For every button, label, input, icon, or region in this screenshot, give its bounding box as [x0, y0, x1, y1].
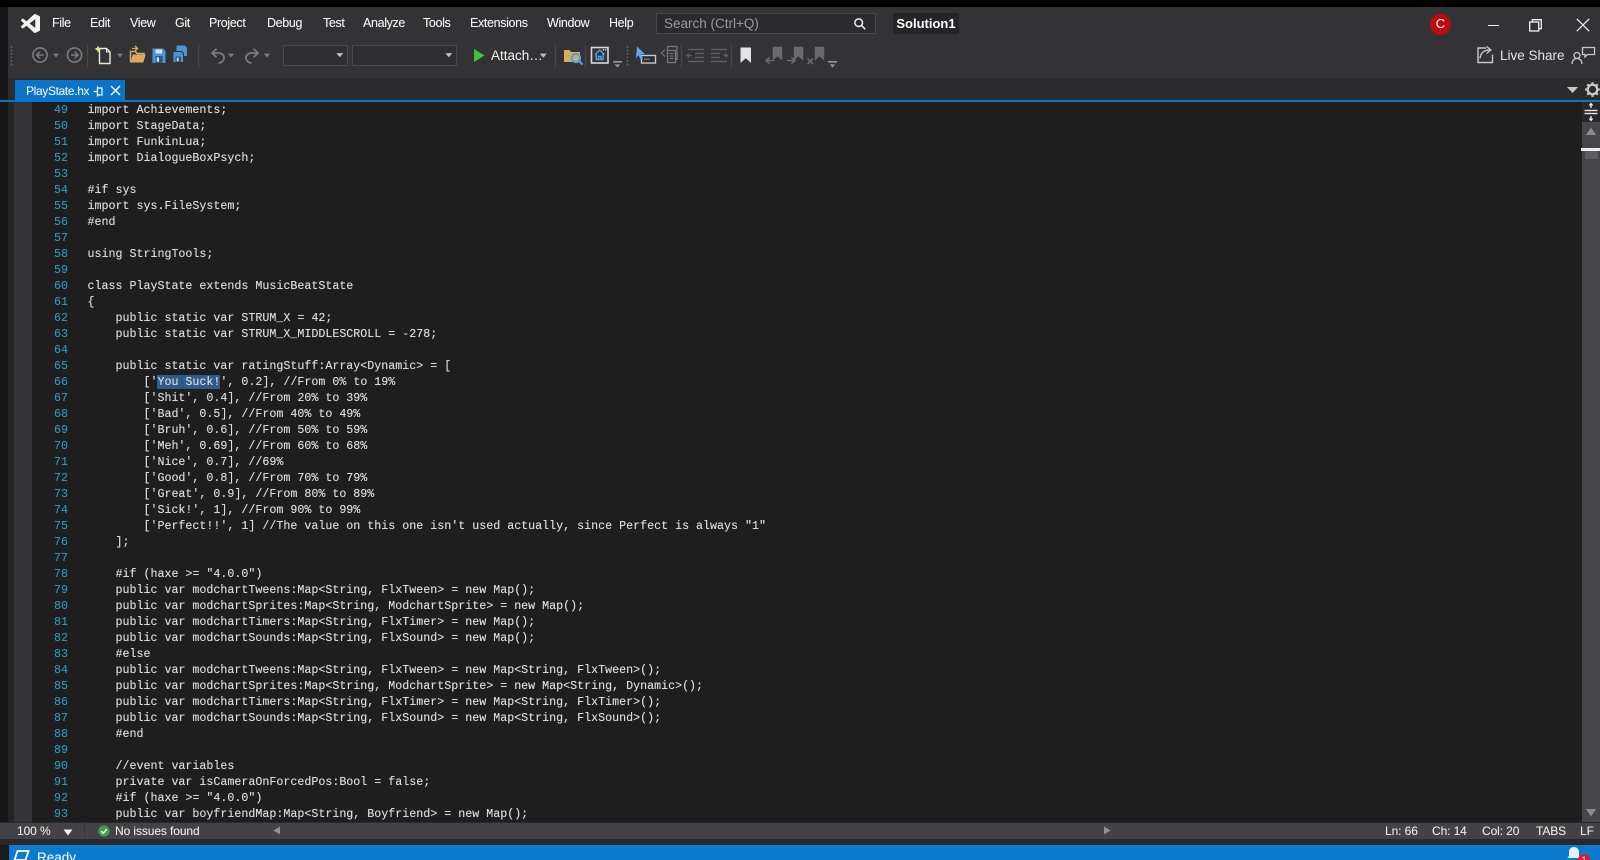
svg-text:Live Share: Live Share [1500, 48, 1565, 63]
svg-text:Attach…: Attach… [491, 48, 543, 63]
